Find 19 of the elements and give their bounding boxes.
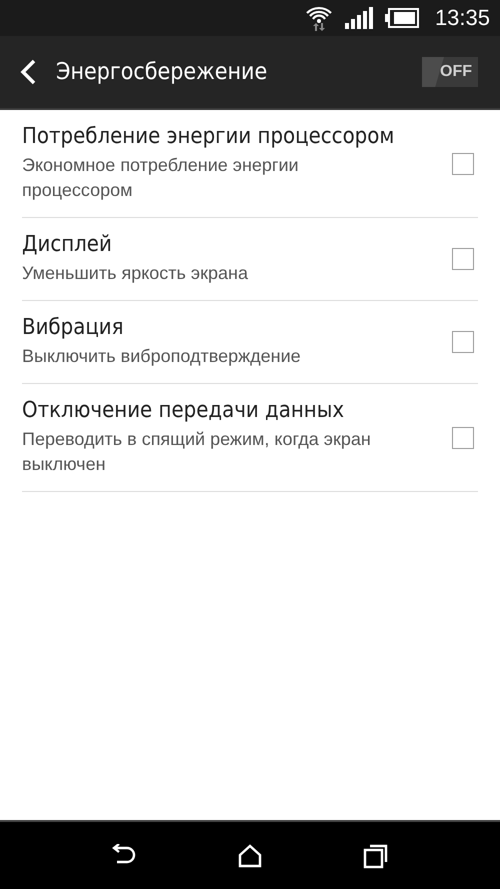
wifi-icon <box>304 5 333 31</box>
battery-icon <box>384 8 419 28</box>
checkbox[interactable] <box>452 331 474 353</box>
setting-title: Дисплей <box>22 232 113 257</box>
checkbox[interactable] <box>452 248 474 270</box>
setting-description: Экономное потребление энергии процессором <box>22 154 300 202</box>
back-button[interactable] <box>20 59 36 85</box>
setting-description: Переводить в спящий режим, когда экран выключен <box>22 428 372 476</box>
setting-title: Отключение передачи данных <box>22 398 346 423</box>
setting-title: Вибрация <box>22 315 125 340</box>
screen-title: Энергосбережение <box>56 59 268 85</box>
toggle-switch[interactable]: OFF <box>422 57 478 87</box>
clock-time: 13:35 <box>434 5 490 31</box>
checkbox[interactable] <box>452 152 474 174</box>
signal-icon <box>344 7 373 29</box>
setting-description: Выключить виброподтверждение <box>22 345 302 368</box>
checkbox[interactable] <box>452 426 474 448</box>
setting-description: Уменьшить яркость экрана <box>22 262 249 285</box>
setting-title: Потребление энергии процессором <box>22 124 396 149</box>
